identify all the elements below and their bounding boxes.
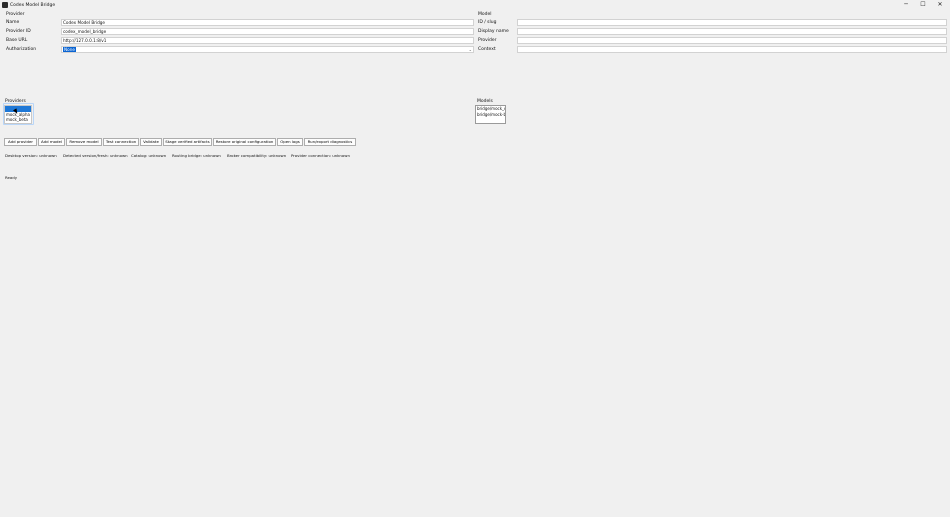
broker-compatibility-status: Broker compatibility: unknown xyxy=(227,153,287,158)
open-logs-button[interactable]: Open logs xyxy=(277,138,303,146)
authorization-label: Authorization xyxy=(6,47,37,52)
title-bar: Codex Model Bridge ─ ☐ ✕ xyxy=(0,0,950,10)
run-export-diagnostics-button[interactable]: Run/export diagnostics xyxy=(304,138,356,146)
providers-list-item[interactable]: mock_beta xyxy=(5,117,31,123)
display-name-field[interactable] xyxy=(517,28,947,35)
catalog-status: Catalog: unknown xyxy=(131,153,167,158)
app-icon xyxy=(2,2,8,8)
models-list-item[interactable]: bridge/mock-b xyxy=(476,112,505,118)
models-list[interactable]: bridge/mock_c bridge/mock-b xyxy=(475,105,506,124)
context-field[interactable] xyxy=(517,46,947,53)
remove-model-button[interactable]: Remove model xyxy=(66,138,102,146)
models-list-item[interactable]: bridge/mock_c xyxy=(476,106,505,112)
provider-connection-status: Provider connection: unknown xyxy=(291,153,350,158)
add-provider-button[interactable]: Add provider xyxy=(4,138,37,146)
validate-button[interactable]: Validate xyxy=(140,138,162,146)
restore-original-configuration-button[interactable]: Restore original configuration xyxy=(213,138,276,146)
context-label: Context xyxy=(478,47,496,52)
providers-list[interactable]: mock_alpha mock_beta xyxy=(4,105,32,124)
provider-id-field[interactable]: codex_model_bridge xyxy=(61,28,474,35)
base-url-field[interactable]: http://127.0.0.1:8/v1 xyxy=(61,37,474,44)
model-id-label: ID / slug xyxy=(478,20,497,25)
ready-status: Ready xyxy=(5,175,18,180)
provider-id-label: Provider ID xyxy=(6,29,31,34)
display-name-label: Display name xyxy=(478,29,509,34)
authorization-select[interactable]: None ⌄ xyxy=(61,46,474,53)
base-url-label: Base URL xyxy=(6,38,28,43)
test-connection-button[interactable]: Test connection xyxy=(103,138,139,146)
models-list-label: Models xyxy=(477,99,493,104)
authorization-selected-value: None xyxy=(63,47,76,52)
detected-version-status: Detected version/fresh: unknown xyxy=(63,153,128,158)
routing-bridge-status: Routing bridge: unknown xyxy=(172,153,221,158)
desktop-version-status: Desktop version: unknown xyxy=(5,153,57,158)
name-label: Name xyxy=(6,20,20,25)
minimize-button[interactable]: ─ xyxy=(898,1,914,9)
chevron-down-icon: ⌄ xyxy=(468,47,472,52)
provider-section-label: Provider xyxy=(6,12,25,17)
model-section-label: Model xyxy=(478,12,492,17)
add-model-button[interactable]: Add model xyxy=(38,138,65,146)
name-field[interactable]: Codex Model Bridge xyxy=(61,19,474,26)
model-provider-label: Provider xyxy=(478,38,497,43)
stage-verified-artifacts-button[interactable]: Stage verified artifacts xyxy=(163,138,212,146)
close-button[interactable]: ✕ xyxy=(932,1,948,9)
model-provider-field[interactable] xyxy=(517,37,947,44)
maximize-button[interactable]: ☐ xyxy=(915,1,931,9)
window-title: Codex Model Bridge xyxy=(10,2,56,8)
model-id-field[interactable] xyxy=(517,19,947,26)
